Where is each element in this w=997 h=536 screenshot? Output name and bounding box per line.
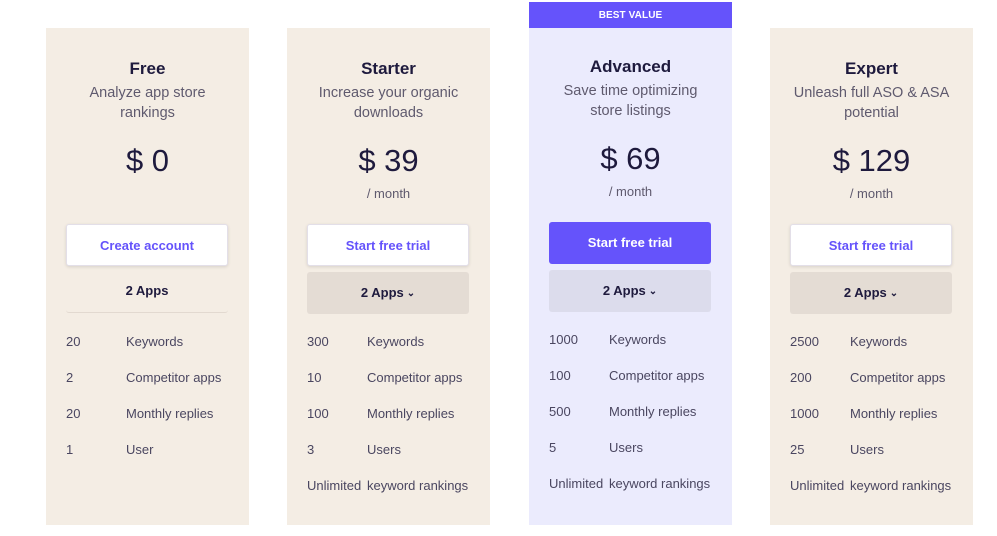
feature-row: 25 Users bbox=[790, 441, 963, 459]
feature-row: 100 Competitor apps bbox=[549, 367, 722, 385]
apps-dropdown[interactable]: 2 Apps ⌄ bbox=[790, 272, 952, 314]
apps-dropdown[interactable]: 2 Apps ⌄ bbox=[549, 270, 711, 312]
feature-label: Users bbox=[850, 442, 884, 457]
feature-value: 500 bbox=[549, 404, 571, 419]
plan-period: / month bbox=[608, 184, 653, 199]
feature-value: 2 bbox=[66, 370, 74, 385]
feature-label: Users bbox=[367, 442, 401, 457]
feature-label: Monthly replies bbox=[850, 406, 938, 421]
feature-label: Keywords bbox=[850, 334, 908, 349]
feature-label: Keywords bbox=[609, 332, 667, 347]
plan-card-expert: Expert Unleash full ASO & ASA potential … bbox=[770, 28, 973, 525]
feature-value: 200 bbox=[790, 370, 812, 385]
plan-period: / month bbox=[849, 186, 894, 201]
plan-subtitle: Analyze app store rankings bbox=[89, 85, 206, 121]
plan-name: Advanced bbox=[589, 57, 672, 76]
plan-price: $ 0 bbox=[125, 143, 170, 178]
feature-row: Unlimited keyword rankings bbox=[790, 477, 963, 495]
plan-subtitle: Unleash full ASO & ASA potential bbox=[793, 85, 950, 121]
feature-label: User bbox=[126, 442, 154, 457]
feature-label: Competitor apps bbox=[367, 370, 463, 385]
feature-label: Monthly replies bbox=[367, 406, 455, 421]
feature-value: Unlimited bbox=[307, 478, 362, 493]
feature-label: Competitor apps bbox=[850, 370, 946, 385]
plan-subtitle: Increase your organic downloads bbox=[318, 85, 459, 121]
plan-subtitle: Save time optimizing store listings bbox=[563, 83, 698, 119]
feature-value: 100 bbox=[307, 406, 329, 421]
apps-dropdown[interactable]: 2 Apps ⌄ bbox=[307, 272, 469, 314]
feature-value: 2500 bbox=[790, 334, 819, 349]
start-free-trial-button[interactable]: Start free trial bbox=[790, 224, 952, 266]
plan-card-free: Free Analyze app store rankings $ 0 Crea… bbox=[46, 28, 249, 525]
feature-row: 300 Keywords bbox=[307, 333, 480, 351]
feature-value: 1000 bbox=[549, 332, 578, 347]
feature-value: 100 bbox=[549, 368, 571, 383]
feature-row: 10 Competitor apps bbox=[307, 369, 480, 387]
feature-row: 20 Monthly replies bbox=[66, 405, 239, 423]
plan-price: $ 129 bbox=[832, 143, 911, 178]
feature-value: Unlimited bbox=[790, 478, 845, 493]
chevron-down-icon: ⌄ bbox=[406, 288, 416, 299]
feature-value: 20 bbox=[66, 334, 81, 349]
feature-row: 5 Users bbox=[549, 439, 722, 457]
plan-price: $ 69 bbox=[600, 141, 661, 176]
feature-value: 300 bbox=[307, 334, 329, 349]
feature-row: 1000 Monthly replies bbox=[790, 405, 963, 423]
feature-row: 200 Competitor apps bbox=[790, 369, 963, 387]
plan-name: Expert bbox=[845, 59, 898, 78]
feature-label: keyword rankings bbox=[367, 478, 469, 493]
feature-row: 20 Keywords bbox=[66, 333, 239, 351]
plan-price: $ 39 bbox=[358, 143, 419, 178]
plan-card-advanced: Advanced Save time optimizing store list… bbox=[529, 28, 732, 525]
plan-card-starter: Starter Increase your organic downloads … bbox=[287, 28, 490, 525]
chevron-down-icon: ⌄ bbox=[648, 286, 658, 297]
feature-value: 1000 bbox=[790, 406, 819, 421]
feature-row: Unlimited keyword rankings bbox=[549, 475, 722, 493]
feature-label: keyword rankings bbox=[609, 476, 711, 491]
feature-value: Unlimited bbox=[549, 476, 604, 491]
feature-label: Users bbox=[609, 440, 643, 455]
feature-label: Monthly replies bbox=[126, 406, 214, 421]
feature-row: 100 Monthly replies bbox=[307, 405, 480, 423]
apps-dropdown-label: 2 Apps bbox=[360, 285, 404, 300]
feature-row: 3 Users bbox=[307, 441, 480, 459]
feature-value: 25 bbox=[790, 442, 805, 457]
feature-value: 20 bbox=[66, 406, 81, 421]
feature-value: 10 bbox=[307, 370, 322, 385]
plan-name: Starter bbox=[361, 59, 416, 78]
apps-dropdown-label: 2 Apps bbox=[843, 285, 887, 300]
best-value-badge: BEST VALUE bbox=[529, 2, 732, 28]
feature-label: keyword rankings bbox=[850, 478, 952, 493]
feature-row: 1 User bbox=[66, 441, 239, 459]
feature-row: 2500 Keywords bbox=[790, 333, 963, 351]
chevron-down-icon: ⌄ bbox=[889, 288, 899, 299]
apps-count: 2 Apps bbox=[66, 271, 228, 313]
feature-label: Competitor apps bbox=[126, 370, 222, 385]
feature-label: Monthly replies bbox=[609, 404, 697, 419]
feature-label: Keywords bbox=[126, 334, 184, 349]
feature-label: Keywords bbox=[367, 334, 425, 349]
feature-row: 500 Monthly replies bbox=[549, 403, 722, 421]
plan-name: Free bbox=[129, 59, 166, 78]
start-free-trial-button[interactable]: Start free trial bbox=[307, 224, 469, 266]
feature-row: 1000 Keywords bbox=[549, 331, 722, 349]
feature-row: Unlimited keyword rankings bbox=[307, 477, 480, 495]
feature-row: 2 Competitor apps bbox=[66, 369, 239, 387]
feature-value: 3 bbox=[307, 442, 315, 457]
feature-value: 1 bbox=[66, 442, 74, 457]
create-account-button[interactable]: Create account bbox=[66, 224, 228, 266]
plan-period: / month bbox=[366, 186, 411, 201]
apps-dropdown-label: 2 Apps bbox=[602, 283, 646, 298]
feature-label: Competitor apps bbox=[609, 368, 705, 383]
feature-value: 5 bbox=[549, 440, 557, 455]
start-free-trial-button[interactable]: Start free trial bbox=[549, 222, 711, 264]
